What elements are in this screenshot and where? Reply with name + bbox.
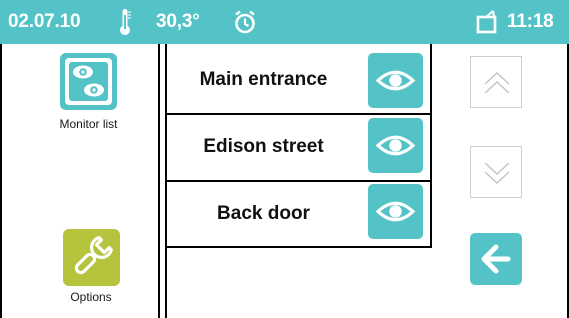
eye-icon — [375, 135, 416, 156]
scroll-down-button[interactable] — [470, 146, 522, 198]
options-label: Options — [70, 290, 112, 304]
monitor-list-label: Monitor list — [59, 117, 118, 131]
wrench-icon — [74, 236, 113, 275]
view-camera-button[interactable] — [368, 53, 423, 108]
eye-icon — [375, 201, 416, 222]
frame-left — [0, 44, 2, 318]
monitor-list-button[interactable] — [60, 53, 117, 110]
status-temperature: 30,3° — [156, 11, 200, 32]
list-item-label: Main entrance — [199, 69, 328, 90]
frame-divider-a — [158, 44, 160, 318]
arrow-left-icon — [481, 244, 511, 274]
list-item[interactable]: Edison street — [167, 115, 360, 179]
eye-icon — [375, 70, 416, 91]
chevron-up-icon — [484, 72, 510, 94]
intercom-screen: 02.07.10 30,3° 11:18 Monitor list Option… — [0, 0, 569, 318]
list-item[interactable]: Main entrance — [167, 48, 360, 112]
list-item-label: Edison street — [203, 136, 324, 157]
monitor-eyes-icon — [65, 58, 112, 105]
frame-list-right — [430, 44, 432, 248]
options-button[interactable] — [63, 229, 120, 286]
list-item[interactable]: Back door — [167, 182, 360, 246]
alarm-clock-icon — [233, 10, 257, 39]
thermometer-icon — [118, 7, 132, 42]
status-bar: 02.07.10 30,3° 11:18 — [0, 0, 569, 44]
status-date: 02.07.10 — [8, 11, 81, 32]
list-item-label: Back door — [217, 203, 310, 224]
status-time: 11:18 — [507, 11, 554, 32]
scroll-up-button[interactable] — [470, 56, 522, 108]
frame-list-bottom — [165, 246, 432, 248]
back-button[interactable] — [470, 233, 522, 285]
view-camera-button[interactable] — [368, 118, 423, 173]
chevron-down-icon — [484, 162, 510, 184]
message-icon[interactable] — [476, 10, 502, 39]
view-camera-button[interactable] — [368, 184, 423, 239]
